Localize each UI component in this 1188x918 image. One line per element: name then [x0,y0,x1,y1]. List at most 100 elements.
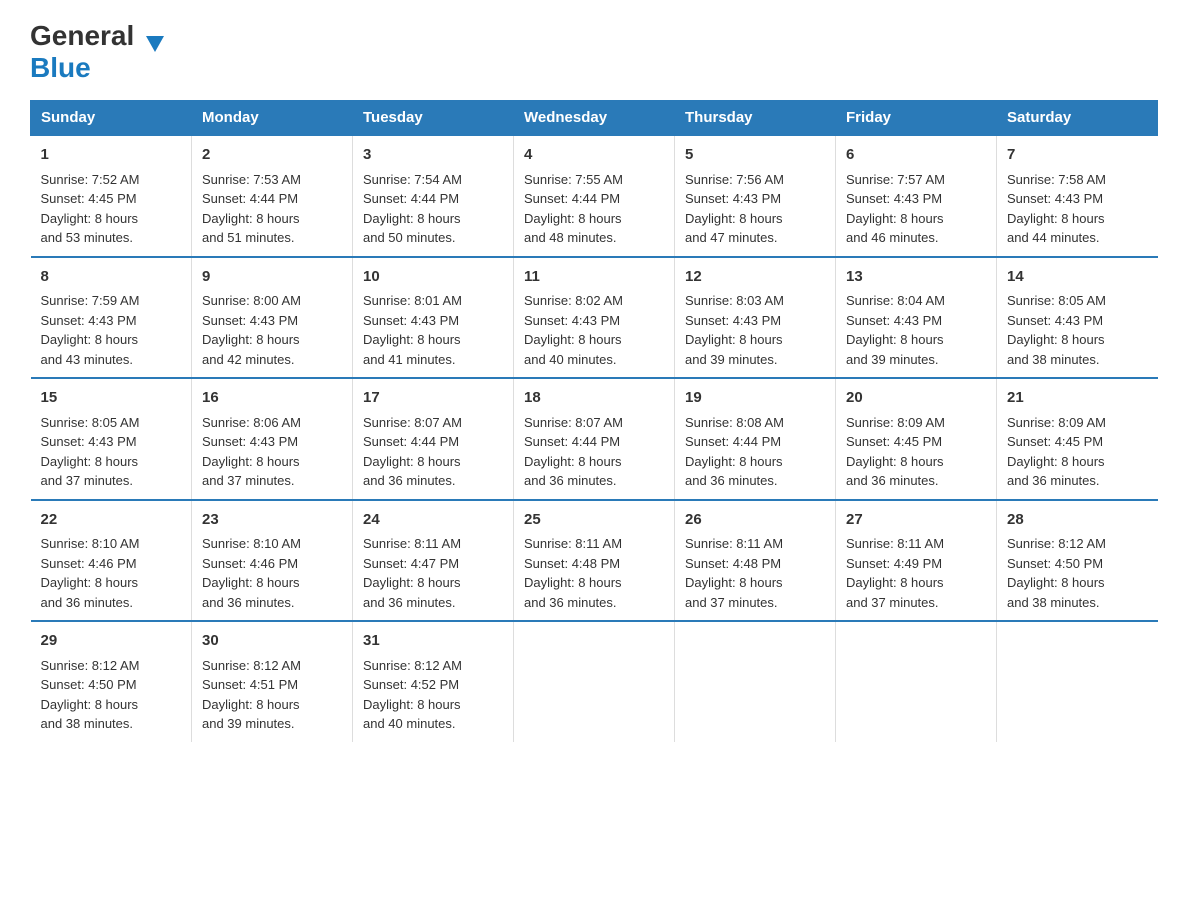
calendar-cell: 20Sunrise: 8:09 AMSunset: 4:45 PMDayligh… [836,378,997,500]
day-info: Sunrise: 7:57 AMSunset: 4:43 PMDaylight:… [846,172,945,246]
day-number: 30 [202,630,342,653]
calendar-cell: 16Sunrise: 8:06 AMSunset: 4:43 PMDayligh… [192,378,353,500]
calendar-cell: 4 Sunrise: 7:55 AMSunset: 4:44 PMDaylight… [514,135,675,257]
day-info: Sunrise: 7:52 AMSunset: 4:45 PMDaylight:… [41,172,140,246]
logo-blue-text: Blue [30,52,91,83]
header-wednesday: Wednesday [514,101,675,136]
day-info: Sunrise: 7:54 AMSunset: 4:44 PMDaylight:… [363,172,462,246]
day-number: 22 [41,509,182,532]
day-number: 14 [1007,266,1148,289]
calendar-cell: 18 Sunrise: 8:07 AMSunset: 4:44 PMDayligh… [514,378,675,500]
day-info: Sunrise: 8:11 AMSunset: 4:48 PMDaylight:… [524,536,622,610]
calendar-cell: 30 Sunrise: 8:12 AMSunset: 4:51 PMDayligh… [192,621,353,742]
day-info: Sunrise: 8:01 AMSunset: 4:43 PMDaylight:… [363,293,462,367]
day-info: Sunrise: 8:00 AMSunset: 4:43 PMDaylight:… [202,293,301,367]
day-info: Sunrise: 8:09 AMSunset: 4:45 PMDaylight:… [1007,415,1106,489]
day-number: 26 [685,509,825,532]
day-info: Sunrise: 8:11 AMSunset: 4:49 PMDaylight:… [846,536,944,610]
day-number: 7 [1007,144,1148,167]
week-row-4: 22 Sunrise: 8:10 AMSunset: 4:46 PMDayligh… [31,500,1158,622]
calendar-cell [514,621,675,742]
calendar-cell: 11 Sunrise: 8:02 AMSunset: 4:43 PMDayligh… [514,257,675,379]
day-number: 24 [363,509,503,532]
day-number: 28 [1007,509,1148,532]
day-info: Sunrise: 8:12 AMSunset: 4:51 PMDaylight:… [202,658,301,732]
calendar-cell: 26 Sunrise: 8:11 AMSunset: 4:48 PMDayligh… [675,500,836,622]
day-info: Sunrise: 8:07 AMSunset: 4:44 PMDaylight:… [363,415,462,489]
calendar-cell: 12 Sunrise: 8:03 AMSunset: 4:43 PMDayligh… [675,257,836,379]
day-info: Sunrise: 8:03 AMSunset: 4:43 PMDaylight:… [685,293,784,367]
day-number: 12 [685,266,825,289]
logo-row1: General [30,20,146,52]
day-info: Sunrise: 8:06 AMSunset: 4:43 PMDaylight:… [202,415,301,489]
day-info: Sunrise: 7:58 AMSunset: 4:43 PMDaylight:… [1007,172,1106,246]
calendar-cell [675,621,836,742]
day-number: 11 [524,266,664,289]
logo: General Blue [30,20,146,84]
calendar-cell: 1 Sunrise: 7:52 AMSunset: 4:45 PMDaylight… [31,135,192,257]
header-saturday: Saturday [997,101,1158,136]
calendar-cell: 8 Sunrise: 7:59 AMSunset: 4:43 PMDaylight… [31,257,192,379]
calendar-cell: 22 Sunrise: 8:10 AMSunset: 4:46 PMDayligh… [31,500,192,622]
page-header: General Blue [30,20,1158,84]
week-row-5: 29Sunrise: 8:12 AMSunset: 4:50 PMDayligh… [31,621,1158,742]
day-number: 29 [41,630,182,653]
calendar-cell: 2 Sunrise: 7:53 AMSunset: 4:44 PMDaylight… [192,135,353,257]
day-number: 5 [685,144,825,167]
calendar-cell: 5 Sunrise: 7:56 AMSunset: 4:43 PMDaylight… [675,135,836,257]
header-row: SundayMondayTuesdayWednesdayThursdayFrid… [31,101,1158,136]
day-number: 18 [524,387,664,410]
calendar-cell: 3 Sunrise: 7:54 AMSunset: 4:44 PMDaylight… [353,135,514,257]
week-row-1: 1 Sunrise: 7:52 AMSunset: 4:45 PMDaylight… [31,135,1158,257]
day-number: 25 [524,509,664,532]
header-tuesday: Tuesday [353,101,514,136]
calendar-cell: 24 Sunrise: 8:11 AMSunset: 4:47 PMDayligh… [353,500,514,622]
calendar-header: SundayMondayTuesdayWednesdayThursdayFrid… [31,101,1158,136]
calendar-cell [997,621,1158,742]
header-sunday: Sunday [31,101,192,136]
day-number: 19 [685,387,825,410]
day-info: Sunrise: 8:10 AMSunset: 4:46 PMDaylight:… [202,536,301,610]
calendar-body: 1 Sunrise: 7:52 AMSunset: 4:45 PMDaylight… [31,135,1158,742]
calendar-cell: 27Sunrise: 8:11 AMSunset: 4:49 PMDayligh… [836,500,997,622]
day-number: 20 [846,387,986,410]
day-info: Sunrise: 8:12 AMSunset: 4:50 PMDaylight:… [1007,536,1106,610]
calendar-cell: 17 Sunrise: 8:07 AMSunset: 4:44 PMDayligh… [353,378,514,500]
day-number: 31 [363,630,503,653]
day-info: Sunrise: 7:59 AMSunset: 4:43 PMDaylight:… [41,293,140,367]
day-info: Sunrise: 7:53 AMSunset: 4:44 PMDaylight:… [202,172,301,246]
header-friday: Friday [836,101,997,136]
day-number: 6 [846,144,986,167]
calendar-cell: 23 Sunrise: 8:10 AMSunset: 4:46 PMDayligh… [192,500,353,622]
day-number: 2 [202,144,342,167]
week-row-2: 8 Sunrise: 7:59 AMSunset: 4:43 PMDaylight… [31,257,1158,379]
calendar-cell: 19Sunrise: 8:08 AMSunset: 4:44 PMDayligh… [675,378,836,500]
day-info: Sunrise: 7:56 AMSunset: 4:43 PMDaylight:… [685,172,784,246]
day-number: 13 [846,266,986,289]
calendar-cell: 14 Sunrise: 8:05 AMSunset: 4:43 PMDayligh… [997,257,1158,379]
day-info: Sunrise: 8:10 AMSunset: 4:46 PMDaylight:… [41,536,140,610]
calendar-cell: 10Sunrise: 8:01 AMSunset: 4:43 PMDayligh… [353,257,514,379]
day-info: Sunrise: 8:07 AMSunset: 4:44 PMDaylight:… [524,415,623,489]
day-info: Sunrise: 8:04 AMSunset: 4:43 PMDaylight:… [846,293,945,367]
day-number: 23 [202,509,342,532]
day-number: 3 [363,144,503,167]
day-info: Sunrise: 7:55 AMSunset: 4:44 PMDaylight:… [524,172,623,246]
calendar-cell [836,621,997,742]
day-info: Sunrise: 8:05 AMSunset: 4:43 PMDaylight:… [1007,293,1106,367]
logo-row2: Blue [30,52,91,84]
calendar-cell: 29Sunrise: 8:12 AMSunset: 4:50 PMDayligh… [31,621,192,742]
calendar-cell: 9Sunrise: 8:00 AMSunset: 4:43 PMDaylight… [192,257,353,379]
day-number: 8 [41,266,182,289]
day-info: Sunrise: 8:11 AMSunset: 4:48 PMDaylight:… [685,536,783,610]
header-monday: Monday [192,101,353,136]
day-number: 17 [363,387,503,410]
day-info: Sunrise: 8:11 AMSunset: 4:47 PMDaylight:… [363,536,461,610]
day-number: 4 [524,144,664,167]
day-info: Sunrise: 8:02 AMSunset: 4:43 PMDaylight:… [524,293,623,367]
calendar-cell: 15Sunrise: 8:05 AMSunset: 4:43 PMDayligh… [31,378,192,500]
calendar-cell: 28 Sunrise: 8:12 AMSunset: 4:50 PMDayligh… [997,500,1158,622]
day-info: Sunrise: 8:05 AMSunset: 4:43 PMDaylight:… [41,415,140,489]
calendar-cell: 13 Sunrise: 8:04 AMSunset: 4:43 PMDayligh… [836,257,997,379]
day-number: 1 [41,144,182,167]
